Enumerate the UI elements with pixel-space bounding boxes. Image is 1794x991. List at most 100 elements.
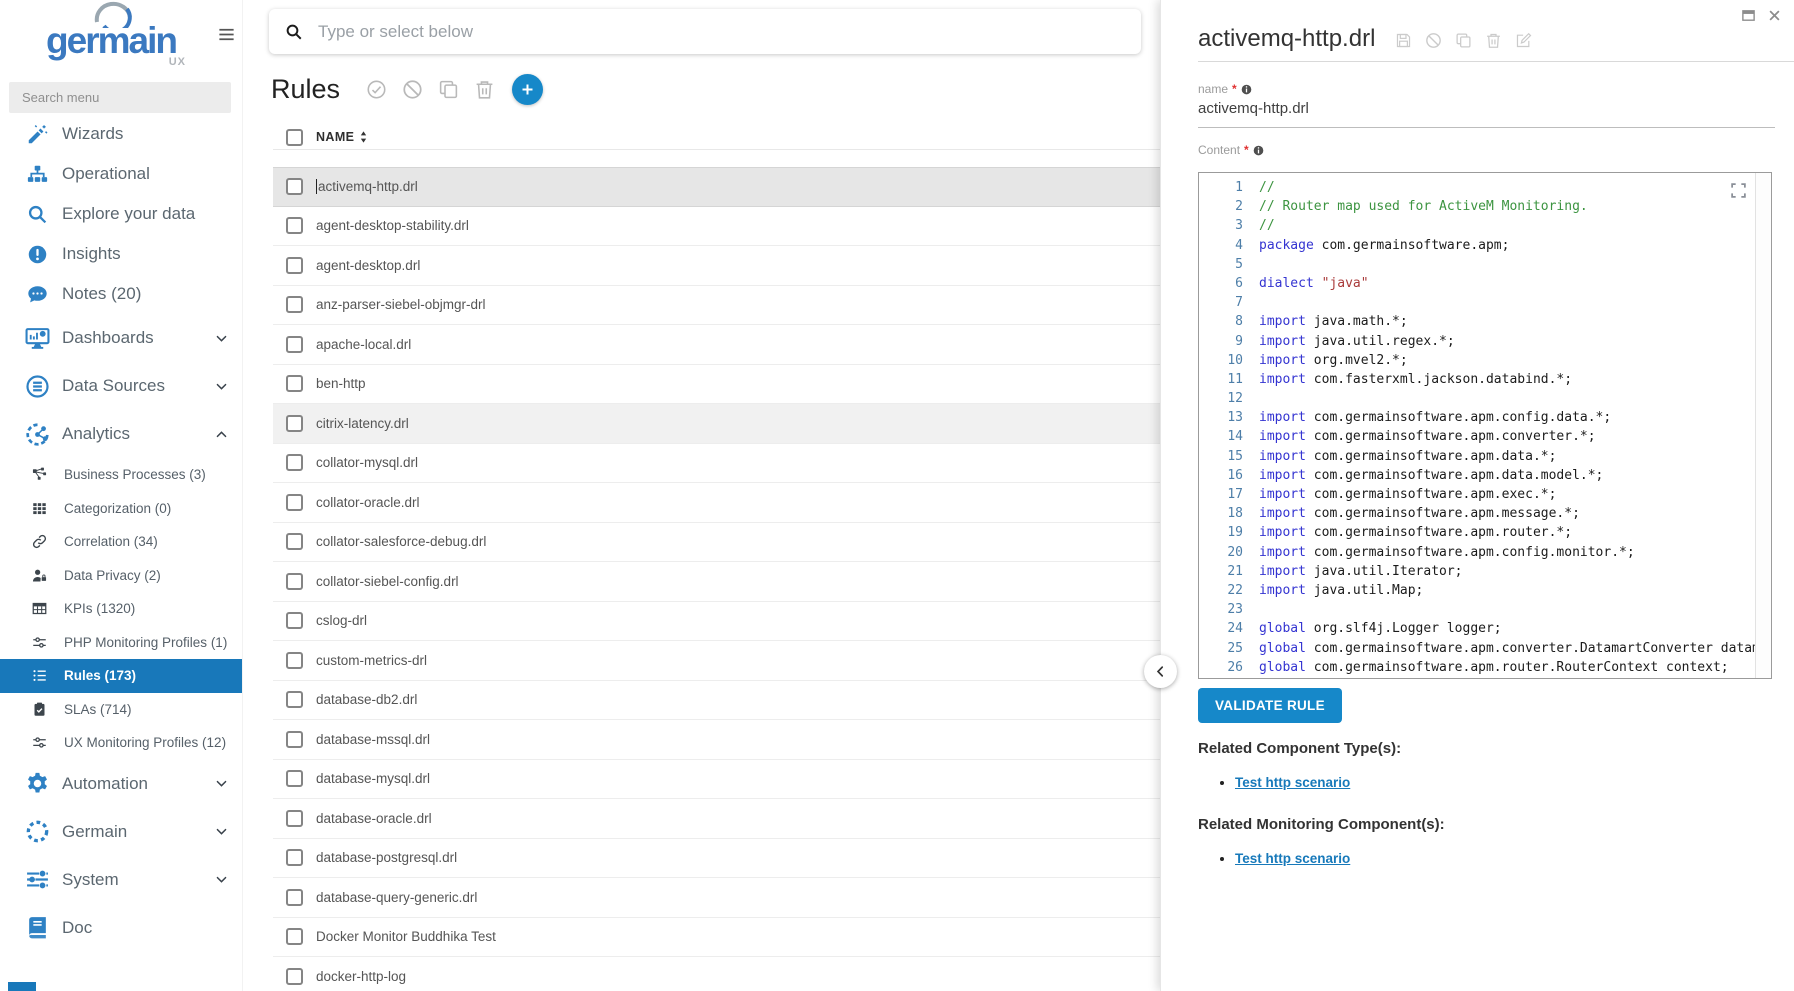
sidebar-item-operational[interactable]: Operational (0, 154, 242, 194)
row-checkbox[interactable] (286, 573, 303, 590)
validate-rule-button[interactable]: VALIDATE RULE (1198, 688, 1342, 723)
row-checkbox[interactable] (286, 533, 303, 550)
table-row-citrix-latency-drl[interactable]: citrix-latency.drl (273, 404, 1160, 444)
sidebar-item-dashboards[interactable]: Dashboards (0, 314, 242, 362)
sidebar-search-input[interactable] (20, 89, 204, 106)
table-row-agent-desktop-drl[interactable]: agent-desktop.drl (273, 246, 1160, 286)
row-checkbox[interactable] (286, 928, 303, 945)
table-row-collator-oracle-drl[interactable]: collator-oracle.drl (273, 483, 1160, 523)
rule-name-cell[interactable]: database-query-generic.drl (316, 890, 477, 905)
table-row-collator-siebel-config-drl[interactable]: collator-siebel-config.drl (273, 562, 1160, 602)
sidebar-item-ux-monitoring-profiles-12[interactable]: UX Monitoring Profiles (12) (0, 726, 242, 760)
save-icon[interactable] (1395, 32, 1412, 49)
rule-name-cell[interactable]: agent-desktop-stability.drl (316, 218, 469, 233)
sidebar-item-system[interactable]: System (0, 856, 242, 904)
sidebar-item-categorization-0[interactable]: Categorization (0) (0, 492, 242, 526)
table-row-docker-http-log[interactable]: docker-http-log (273, 957, 1160, 991)
rule-name-cell[interactable]: ben-http (316, 376, 366, 391)
sidebar-item-correlation-34[interactable]: Correlation (34) (0, 525, 242, 559)
table-row-agent-desktop-stability-drl[interactable]: agent-desktop-stability.drl (273, 207, 1160, 247)
sidebar-item-doc[interactable]: Doc (0, 904, 242, 952)
sidebar-item-business-processes-3[interactable]: Business Processes (3) (0, 458, 242, 492)
validate-selected-icon[interactable] (366, 79, 387, 100)
table-row-cslog-drl[interactable]: cslog-drl (273, 602, 1160, 642)
rule-name-cell[interactable]: cslog-drl (316, 613, 367, 628)
table-row-ben-http[interactable]: ben-http (273, 365, 1160, 405)
maximize-window-icon[interactable] (1741, 8, 1756, 23)
row-checkbox[interactable] (286, 770, 303, 787)
sidebar-item-slas-714[interactable]: SLAs (714) (0, 693, 242, 727)
rule-name-cell[interactable]: anz-parser-siebel-objmgr-drl (316, 297, 486, 312)
rule-name-cell[interactable]: database-postgresql.drl (316, 850, 457, 865)
sidebar-item-rules-173[interactable]: Rules (173) (0, 659, 242, 693)
collapse-panel-button[interactable] (1144, 655, 1177, 688)
row-checkbox[interactable] (286, 257, 303, 274)
row-checkbox[interactable] (286, 415, 303, 432)
sidebar-item-wizards[interactable]: Wizards (0, 114, 242, 154)
rule-name-cell[interactable]: docker-http-log (316, 969, 406, 984)
column-header-name[interactable]: NAME (316, 130, 354, 144)
delete-selected-icon[interactable] (474, 79, 495, 100)
table-row-collator-salesforce-debug-drl[interactable]: collator-salesforce-debug.drl (273, 523, 1160, 563)
close-panel-icon[interactable] (1767, 8, 1782, 23)
sidebar-item-analytics[interactable]: Analytics (0, 410, 242, 458)
sidebar-item-germain[interactable]: Germain (0, 808, 242, 856)
row-checkbox[interactable] (286, 849, 303, 866)
row-checkbox[interactable] (286, 296, 303, 313)
name-input[interactable]: activemq-http.drl (1198, 96, 1775, 128)
table-row-database-db2-drl[interactable]: database-db2.drl (273, 681, 1160, 721)
rule-name-cell[interactable]: database-oracle.drl (316, 811, 432, 826)
row-checkbox[interactable] (286, 454, 303, 471)
table-row-database-mysql-drl[interactable]: database-mysql.drl (273, 760, 1160, 800)
rule-name-cell[interactable]: database-db2.drl (316, 692, 417, 707)
duplicate-icon[interactable] (1455, 32, 1472, 49)
duplicate-selected-icon[interactable] (438, 79, 459, 100)
sidebar-item-data-sources[interactable]: Data Sources (0, 362, 242, 410)
rule-name-cell[interactable]: collator-mysql.drl (316, 455, 418, 470)
row-checkbox[interactable] (286, 217, 303, 234)
row-checkbox[interactable] (286, 336, 303, 353)
table-row-database-query-generic-drl[interactable]: database-query-generic.drl (273, 878, 1160, 918)
table-row-custom-metrics-drl[interactable]: custom-metrics-drl (273, 641, 1160, 681)
disable-icon[interactable] (1425, 32, 1442, 49)
menu-hamburger-icon[interactable] (217, 25, 236, 44)
row-checkbox[interactable] (286, 178, 303, 195)
edit-icon[interactable] (1515, 32, 1532, 49)
sidebar-search[interactable] (9, 82, 231, 113)
fullscreen-icon[interactable] (1730, 182, 1747, 199)
related-component-type-link[interactable]: Test http scenario (1235, 775, 1350, 790)
rule-name-cell[interactable]: collator-siebel-config.drl (316, 574, 459, 589)
row-checkbox[interactable] (286, 494, 303, 511)
editor-scrollbar[interactable] (1755, 173, 1771, 678)
rule-name-cell[interactable]: Docker Monitor Buddhika Test (316, 929, 496, 944)
rule-name-cell[interactable]: collator-oracle.drl (316, 495, 420, 510)
sidebar-item-insights[interactable]: Insights (0, 234, 242, 274)
rule-name-cell[interactable]: activemq-http.drl (318, 179, 418, 194)
rule-name-cell[interactable]: database-mysql.drl (316, 771, 430, 786)
row-checkbox[interactable] (286, 731, 303, 748)
row-checkbox[interactable] (286, 612, 303, 629)
rule-name-cell[interactable]: agent-desktop.drl (316, 258, 420, 273)
related-monitoring-component-link[interactable]: Test http scenario (1235, 851, 1350, 866)
sort-icon[interactable] (359, 130, 368, 144)
sidebar-item-data-privacy-2[interactable]: Data Privacy (2) (0, 559, 242, 593)
table-row-docker-monitor-buddhika-test[interactable]: Docker Monitor Buddhika Test (273, 918, 1160, 958)
row-checkbox[interactable] (286, 810, 303, 827)
rule-name-cell[interactable]: citrix-latency.drl (316, 416, 409, 431)
rule-name-cell[interactable]: database-mssql.drl (316, 732, 430, 747)
sidebar-item-notes-20[interactable]: Notes (20) (0, 274, 242, 314)
rule-name-cell[interactable]: collator-salesforce-debug.drl (316, 534, 486, 549)
table-row-database-mssql-drl[interactable]: database-mssql.drl (273, 720, 1160, 760)
rule-name-cell[interactable]: custom-metrics-drl (316, 653, 427, 668)
rule-name-cell[interactable]: apache-local.drl (316, 337, 411, 352)
table-row-anz-parser-siebel-objmgr-drl[interactable]: anz-parser-siebel-objmgr-drl (273, 286, 1160, 326)
table-row-database-oracle-drl[interactable]: database-oracle.drl (273, 799, 1160, 839)
table-row-collator-mysql-drl[interactable]: collator-mysql.drl (273, 444, 1160, 484)
sidebar-item-explore-your-data[interactable]: Explore your data (0, 194, 242, 234)
row-checkbox[interactable] (286, 375, 303, 392)
row-checkbox[interactable] (286, 652, 303, 669)
disable-selected-icon[interactable] (402, 79, 423, 100)
rules-search-box[interactable] (269, 9, 1141, 54)
code-area[interactable]: 1//2// Router map used for ActiveM Monit… (1199, 173, 1756, 678)
row-checkbox[interactable] (286, 968, 303, 985)
